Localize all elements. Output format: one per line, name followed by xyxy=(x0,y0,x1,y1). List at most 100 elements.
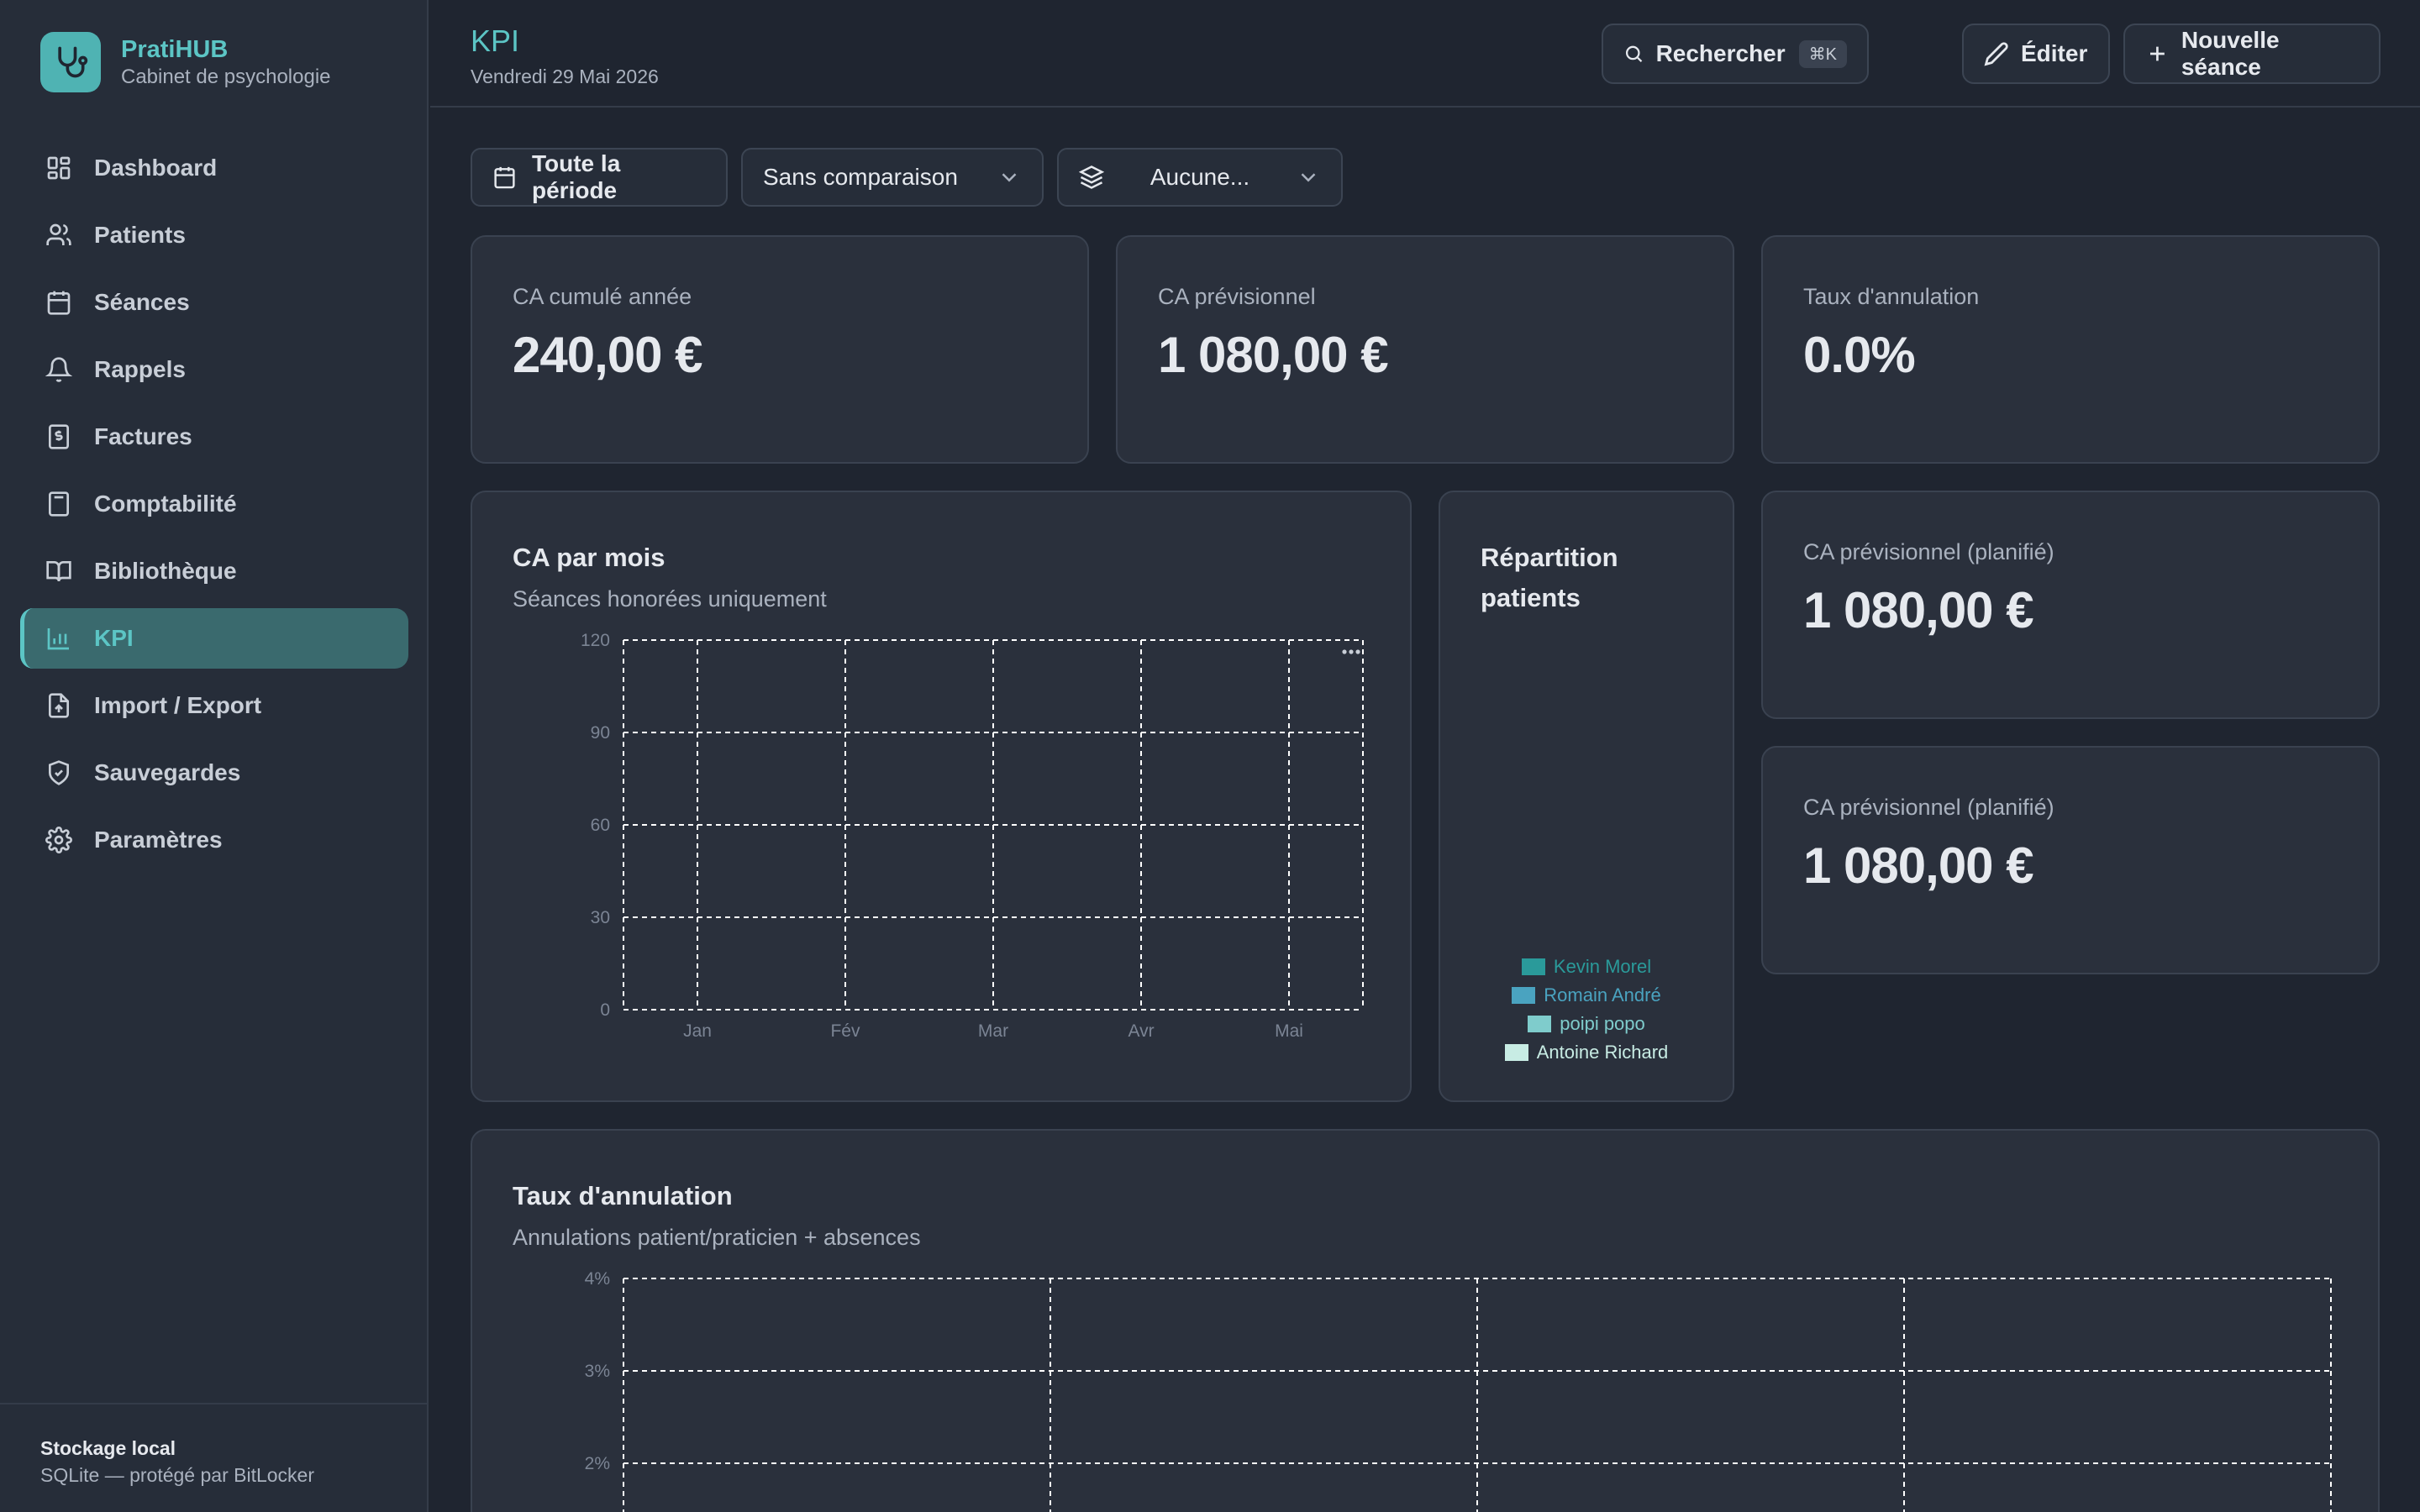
sidebar-item-label: Factures xyxy=(94,423,192,449)
ca-bar-chart: 0 30 60 90 120 Jan Fév Mar Avr Mai xyxy=(581,631,1364,1041)
sidebar-item-label: Dashboard xyxy=(94,155,218,181)
chart-title-line2: patients xyxy=(1481,583,1581,612)
kpi-label: CA cumulé année xyxy=(513,284,692,309)
kpi-label: CA prévisionnel (planifié) xyxy=(1803,539,2054,564)
edit-label: Éditer xyxy=(2021,40,2088,66)
taux-annulation-card: Taux d'annulation Annulations patient/pr… xyxy=(471,1129,2380,1512)
grid-icon xyxy=(47,156,71,180)
search-button[interactable]: Rechercher ⌘K xyxy=(1602,24,1869,84)
x-tick-label: Jan xyxy=(683,1021,712,1041)
brand[interactable]: PratiHUB Cabinet de psychologie xyxy=(40,32,331,92)
search-shortcut: ⌘K xyxy=(1798,39,1847,68)
x-tick-label: Mai xyxy=(1275,1021,1303,1041)
sidebar-item-rappels[interactable]: Rappels xyxy=(20,339,408,400)
kpi-card-taux-annulation: Taux d'annulation 0.0% xyxy=(1761,235,2380,464)
new-session-label: Nouvelle séance xyxy=(2181,27,2280,80)
calendar-icon xyxy=(47,291,71,315)
kpi-label: Taux d'annulation xyxy=(1803,284,1980,309)
edit-button[interactable]: Éditer xyxy=(1962,24,2110,84)
chart-menu-icon[interactable] xyxy=(1342,649,1360,654)
kpi-label: CA prévisionnel xyxy=(1158,284,1316,309)
legend-item[interactable]: poipi popo xyxy=(1528,1013,1645,1035)
legend-swatch xyxy=(1512,987,1536,1004)
sidebar-item-bibliotheque[interactable]: Bibliothèque xyxy=(20,541,408,601)
chart-legend: Kevin Morel Romain André poipi popo Antoine… xyxy=(1440,956,1733,1063)
sidebar-item-label: Sauvegardes xyxy=(94,759,241,785)
kpi-label: CA prévisionnel (planifié) xyxy=(1803,795,2054,820)
users-icon xyxy=(46,223,71,245)
sidebar-item-comptabilite[interactable]: Comptabilité xyxy=(20,474,408,534)
sidebar-item-label: Séances xyxy=(94,289,190,315)
kpi-value: 1 080,00 € xyxy=(1803,582,2034,638)
sidebar-item-label: Rappels xyxy=(94,356,186,382)
y-tick-label: 2% xyxy=(585,1454,610,1473)
search-label: Rechercher xyxy=(1655,40,1786,66)
legend-item[interactable]: Kevin Morel xyxy=(1521,956,1652,978)
sidebar-item-seances[interactable]: Séances xyxy=(20,272,408,333)
legend-label: poipi popo xyxy=(1560,1013,1645,1034)
storage-subtitle: SQLite — protégé par BitLocker xyxy=(40,1464,314,1486)
chevron-down-icon xyxy=(1301,173,1316,182)
kpi-card-ca-cumule: CA cumulé année 240,00 € xyxy=(471,235,1089,464)
search-icon xyxy=(1625,45,1643,63)
legend-label: Kevin Morel xyxy=(1553,956,1652,977)
y-tick-label: 120 xyxy=(581,631,610,650)
legend-swatch xyxy=(1504,1044,1528,1061)
repartition-card: Répartition patients Kevin Morel Romain A… xyxy=(1439,491,1734,1102)
kpi-card-ca-planifie-2: CA prévisionnel (planifié) 1 080,00 € xyxy=(1761,746,2380,974)
book-icon xyxy=(46,561,71,582)
kpi-card-ca-previsionnel: CA prévisionnel 1 080,00 € xyxy=(1116,235,1734,464)
x-tick-label: Fév xyxy=(830,1021,860,1041)
legend-swatch xyxy=(1521,958,1545,975)
legend-label: Romain André xyxy=(1544,984,1661,1005)
sidebar-item-import-export[interactable]: Import / Export xyxy=(20,675,408,736)
brand-name: PratiHUB xyxy=(121,36,229,63)
shield-icon xyxy=(49,760,69,785)
y-tick-label: 0 xyxy=(600,1000,610,1020)
receipt-icon xyxy=(49,424,69,449)
y-tick-label: 90 xyxy=(591,723,610,743)
sidebar-item-factures[interactable]: Factures xyxy=(20,407,408,467)
gear-icon xyxy=(45,827,72,853)
kpi-value: 1 080,00 € xyxy=(1803,837,2034,894)
legend-swatch xyxy=(1528,1016,1552,1032)
sidebar-item-label: KPI xyxy=(94,625,134,651)
legend-item[interactable]: Antoine Richard xyxy=(1504,1042,1669,1063)
annulation-line-chart: 4% 3% 2% xyxy=(585,1269,2332,1512)
brand-subtitle: Cabinet de psychologie xyxy=(121,66,331,88)
legend-label: Antoine Richard xyxy=(1536,1042,1669,1063)
new-session-button[interactable]: Nouvelle séance xyxy=(2123,24,2381,84)
bell-icon xyxy=(45,357,72,382)
layer-value: Aucune... xyxy=(1150,164,1250,190)
sidebar-item-sauvegardes[interactable]: Sauvegardes xyxy=(20,743,408,803)
sidebar-item-label: Comptabilité xyxy=(94,491,237,517)
sidebar-item-label: Import / Export xyxy=(94,692,262,718)
chart-title-line1: Répartition xyxy=(1481,543,1618,572)
sidebar: PratiHUB Cabinet de psychologie Dashboar… xyxy=(0,0,429,1512)
page-header: KPI Vendredi 29 Mai 2026 Rechercher ⌘K É… xyxy=(430,0,2420,108)
y-tick-label: 4% xyxy=(585,1269,610,1289)
comparison-value: Sans comparaison xyxy=(763,164,958,190)
sidebar-item-kpi[interactable]: KPI xyxy=(20,608,408,669)
storage-info: Stockage local SQLite — protégé par BitL… xyxy=(0,1403,427,1512)
sidebar-item-dashboard[interactable]: Dashboard xyxy=(20,138,408,198)
sidebar-nav: Dashboard Patients Séances Rappels Factu… xyxy=(20,138,408,877)
page-date: Vendredi 29 Mai 2026 xyxy=(471,66,659,87)
bar-chart-icon xyxy=(47,628,69,650)
sidebar-item-label: Patients xyxy=(94,222,186,248)
period-filter[interactable]: Toute la période xyxy=(471,148,728,207)
pencil-icon xyxy=(1984,42,2008,66)
sidebar-item-parametres[interactable]: Paramètres xyxy=(20,810,408,870)
file-import-icon xyxy=(49,693,69,718)
sidebar-item-patients[interactable]: Patients xyxy=(20,205,408,265)
kpi-value: 0.0% xyxy=(1803,327,1916,383)
stethoscope-icon xyxy=(40,32,101,92)
y-tick-label: 30 xyxy=(591,908,610,927)
sidebar-item-label: Paramètres xyxy=(94,827,223,853)
kpi-value: 240,00 € xyxy=(513,327,703,383)
layer-select[interactable]: Aucune... xyxy=(1057,148,1343,207)
comparison-select[interactable]: Sans comparaison xyxy=(741,148,1044,207)
y-tick-label: 60 xyxy=(591,816,610,835)
legend-item[interactable]: Romain André xyxy=(1512,984,1661,1006)
plus-icon xyxy=(2150,46,2165,61)
